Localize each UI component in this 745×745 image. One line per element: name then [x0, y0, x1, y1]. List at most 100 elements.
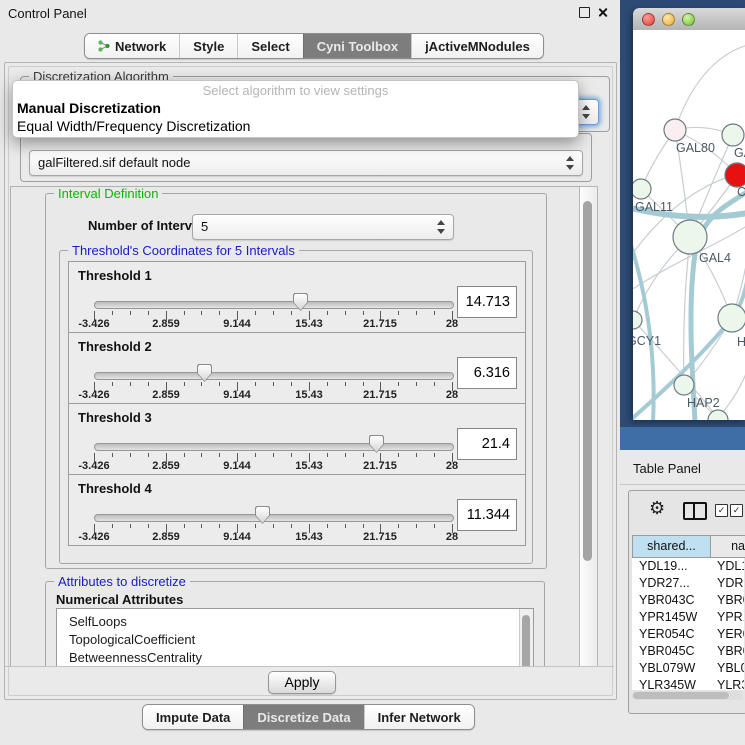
threshold-value-field[interactable]: 21.4 [457, 428, 517, 460]
cell-shared-name[interactable]: YDL19... [632, 558, 711, 575]
table-row[interactable]: YDL19...YDL1 [632, 558, 744, 575]
panel-title: Control Panel [8, 6, 87, 21]
node-ga[interactable] [722, 124, 744, 146]
svg-text:GAL11: GAL11 [635, 200, 673, 214]
cell-name[interactable]: YBR0 [711, 643, 744, 660]
table-row[interactable]: YBR043CYBR0 [632, 592, 744, 609]
cell-shared-name[interactable]: YER054C [632, 626, 711, 643]
tab-jactivemnodules[interactable]: jActiveMNodules [411, 34, 543, 58]
algorithm-option-equal-width[interactable]: Equal Width/Frequency Discretization [13, 117, 578, 135]
svg-text:GAL80: GAL80 [676, 141, 715, 155]
cell-name[interactable]: YDR2 [711, 575, 744, 592]
settings-scrollbar[interactable] [579, 186, 598, 667]
tab-label: Infer Network [378, 710, 461, 725]
column-header-shared-name[interactable]: shared... [632, 535, 711, 558]
tab-label: jActiveMNodules [425, 39, 530, 54]
interval-definition-group: Interval Definition Number of Intervals … [45, 193, 547, 569]
node-gal11[interactable] [633, 179, 651, 199]
cell-shared-name[interactable]: YPR145W [632, 609, 711, 626]
desktop-background-strip [620, 427, 745, 450]
node-gcy1[interactable] [633, 311, 642, 329]
threshold-value-field[interactable]: 6.316 [457, 357, 517, 389]
tab-cyni-toolbox[interactable]: Cyni Toolbox [303, 34, 411, 58]
table-row[interactable]: YER054CYER0 [632, 626, 744, 643]
tab-select[interactable]: Select [237, 34, 302, 58]
table-row[interactable]: YPR145WYPR1 [632, 609, 744, 626]
tick-label: 2.859 [141, 318, 191, 330]
attribute-list-item[interactable]: SelfLoops [57, 613, 533, 631]
cell-shared-name[interactable]: YBL079W [632, 660, 711, 677]
gear-icon[interactable]: ⚙ [649, 498, 665, 519]
node-red-selected[interactable] [725, 163, 745, 187]
cell-name[interactable]: YER0 [711, 626, 744, 643]
slider-tick-labels: -3.4262.8599.14415.4321.71528 [94, 531, 452, 543]
threshold-value-field[interactable]: 14.713 [457, 286, 517, 318]
cell-shared-name[interactable]: YBR045C [632, 643, 711, 660]
node-gal80[interactable] [664, 119, 686, 141]
node-h[interactable] [718, 304, 745, 332]
cell-shared-name[interactable]: YLR345W [632, 677, 711, 690]
tick-label: -3.426 [69, 531, 119, 543]
tab-impute-data[interactable]: Impute Data [143, 705, 243, 729]
cell-shared-name[interactable]: YDR27... [632, 575, 711, 592]
network-window-titlebar[interactable] [633, 8, 745, 31]
column-layout-icon[interactable] [683, 502, 707, 520]
tick-label: 28 [427, 531, 477, 543]
table-body[interactable]: YDL19...YDL1YDR27...YDR2YBR043CYBR0YPR14… [632, 558, 744, 690]
minimize-traffic-light-icon[interactable] [662, 13, 675, 26]
attribute-list-item[interactable]: BetweennessCentrality [57, 649, 533, 667]
slider-track[interactable] [94, 301, 454, 309]
threshold-panel-4: Threshold 4-3.4262.8599.14415.4321.71528… [68, 474, 526, 546]
apply-button[interactable]: Apply [268, 671, 336, 694]
table-row[interactable]: YBR045CYBR0 [632, 643, 744, 660]
table-panel-window: ⚙ shared... na YDL19...YDL1YDR27...YDR2Y… [628, 490, 745, 714]
table-row[interactable]: YLR345WYLR3 [632, 677, 744, 690]
table-panel-title: Table Panel [633, 461, 701, 476]
zoom-traffic-light-icon[interactable] [682, 13, 695, 26]
slider-track[interactable] [94, 443, 454, 451]
slider-track[interactable] [94, 514, 454, 522]
column-header-name[interactable]: na [711, 535, 745, 558]
cell-name[interactable]: YDL1 [711, 558, 744, 575]
numerical-attributes-list[interactable]: SelfLoopsTopologicalCoefficientBetweenne… [56, 608, 534, 667]
cell-shared-name[interactable]: YBR043C [632, 592, 711, 609]
network-canvas[interactable]: GAL80 GA C GAL11 GAL4 GCY1 H HAP2 [633, 30, 745, 420]
svg-text:GAL4: GAL4 [699, 251, 731, 265]
node-gal4[interactable] [673, 220, 707, 254]
node-hap2[interactable] [674, 375, 694, 395]
table-row[interactable]: YDR27...YDR2 [632, 575, 744, 592]
cell-name[interactable]: YBL0 [711, 660, 744, 677]
table-row[interactable]: YBL079WYBL0 [632, 660, 744, 677]
algorithm-option-manual[interactable]: Manual Discretization [13, 99, 578, 117]
spinner-icon [582, 105, 591, 119]
cell-name[interactable]: YLR3 [711, 677, 744, 690]
cell-name[interactable]: YPR1 [711, 609, 744, 626]
tab-style[interactable]: Style [179, 34, 237, 58]
table-horizontal-scrollbar[interactable] [632, 691, 743, 700]
attributes-scrollbar[interactable] [519, 609, 533, 667]
tab-label: Cyni Toolbox [317, 39, 398, 54]
tab-infer-network[interactable]: Infer Network [364, 705, 474, 729]
cell-name[interactable]: YBR0 [711, 592, 744, 609]
checkbox-icon[interactable] [715, 504, 728, 517]
threshold-panel-2: Threshold 2-3.4262.8599.14415.4321.71528… [68, 332, 526, 404]
threshold-label: Threshold 3 [78, 410, 152, 425]
num-intervals-value: 5 [201, 219, 208, 234]
attribute-list-item[interactable]: TopologicalCoefficient [57, 631, 533, 649]
thresholds-group: Threshold's Coordinates for 5 Intervals … [59, 250, 533, 564]
num-intervals-combo[interactable]: 5 [192, 214, 454, 240]
close-icon[interactable] [597, 7, 608, 18]
threshold-label: Threshold 2 [78, 339, 152, 354]
tick-label: 15.43 [284, 389, 334, 401]
checkbox-icon[interactable] [730, 504, 743, 517]
algorithm-dropdown-popup: Select algorithm to view settings Manual… [12, 80, 579, 138]
tab-network[interactable]: Network [85, 34, 179, 58]
slider-track[interactable] [94, 372, 454, 380]
tab-discretize-data[interactable]: Discretize Data [243, 705, 363, 729]
threshold-value-field[interactable]: 11.344 [457, 499, 517, 531]
table-data-combo[interactable]: galFiltered.sif default node [29, 150, 583, 176]
network-nodes[interactable] [633, 119, 745, 420]
tick-label: -3.426 [69, 389, 119, 401]
float-window-icon[interactable] [579, 7, 590, 18]
close-traffic-light-icon[interactable] [642, 13, 655, 26]
